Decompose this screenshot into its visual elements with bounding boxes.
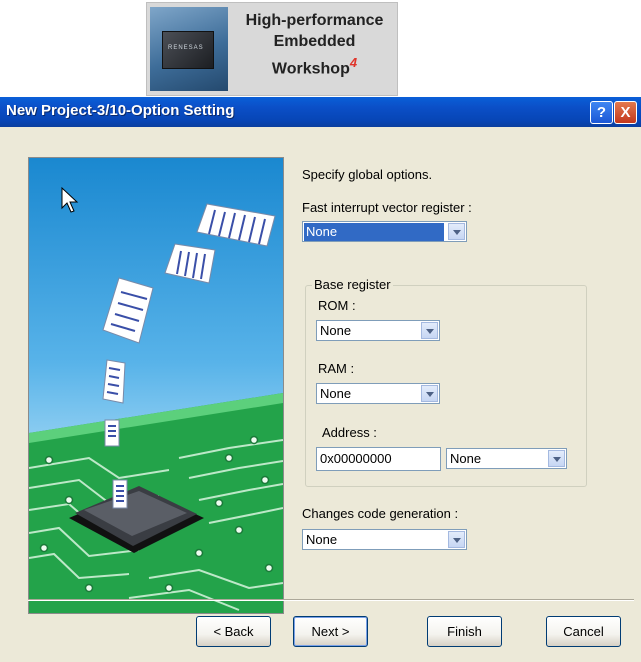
button-divider <box>28 599 634 601</box>
address-input[interactable]: 0x00000000 <box>316 447 441 471</box>
chip-image: RENESAS <box>150 7 228 91</box>
logo-version: 4 <box>349 55 358 70</box>
ram-select[interactable]: None <box>316 383 440 404</box>
fast-interrupt-label: Fast interrupt vector register : <box>302 200 472 215</box>
changes-code-label: Changes code generation : <box>302 506 459 521</box>
wizard-illustration <box>28 157 284 614</box>
close-button[interactable]: X <box>614 101 637 124</box>
changes-code-select[interactable]: None <box>302 529 467 550</box>
next-button[interactable]: Next > <box>293 616 368 647</box>
chevron-down-icon[interactable] <box>448 531 465 548</box>
chevron-down-icon[interactable] <box>421 322 438 339</box>
logo-line-3: Workshop4 <box>271 55 358 78</box>
chevron-down-icon[interactable] <box>448 223 465 240</box>
window-title: New Project-3/10-Option Setting <box>6 102 235 119</box>
rom-label: ROM : <box>318 298 356 313</box>
help-button[interactable]: ? <box>590 101 613 124</box>
finish-button[interactable]: Finish <box>427 616 502 647</box>
logo-line-1: High-performance <box>245 12 384 29</box>
logo-line-2: Embedded <box>273 33 356 50</box>
logo-title: High-performance Embedded Workshop4 <box>237 10 392 79</box>
address-label: Address : <box>322 425 377 440</box>
fast-interrupt-select[interactable]: None <box>302 221 467 242</box>
title-bar[interactable]: New Project-3/10-Option Setting ? X <box>0 97 641 127</box>
hew-logo: RENESAS High-performance Embedded Worksh… <box>146 2 398 96</box>
back-button[interactable]: < Back <box>196 616 271 647</box>
rom-select[interactable]: None <box>316 320 440 341</box>
new-project-dialog: New Project-3/10-Option Setting ? X Spec… <box>0 97 641 662</box>
base-register-legend: Base register <box>312 277 393 292</box>
chevron-down-icon[interactable] <box>548 450 565 467</box>
chevron-down-icon[interactable] <box>421 385 438 402</box>
chip-brand-text: RENESAS <box>168 45 204 51</box>
address-select[interactable]: None <box>446 448 567 469</box>
ram-label: RAM : <box>318 361 355 376</box>
intro-text: Specify global options. <box>302 167 433 182</box>
cancel-button[interactable]: Cancel <box>546 616 621 647</box>
